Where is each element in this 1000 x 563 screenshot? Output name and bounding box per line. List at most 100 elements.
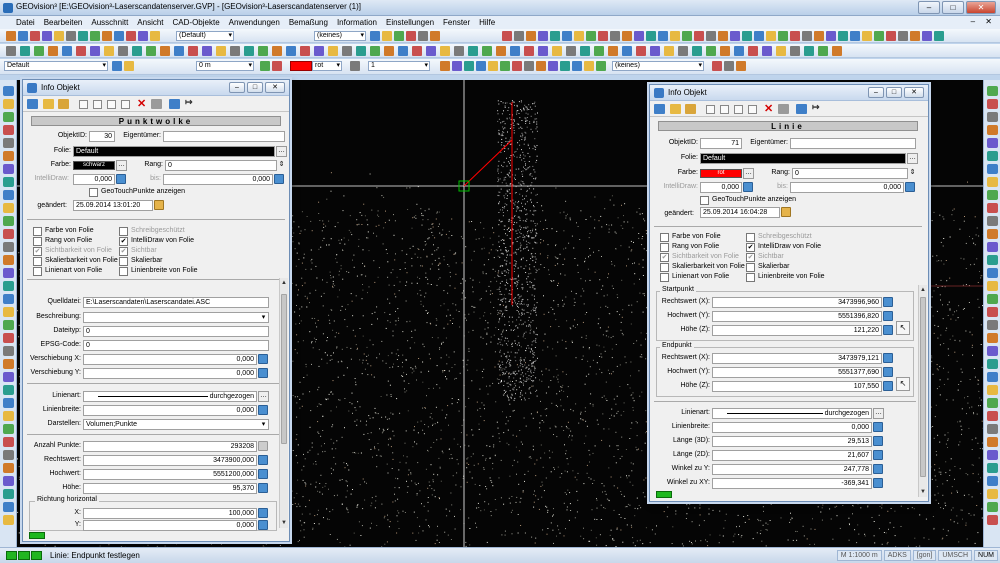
linienart-field[interactable]: durchgezogen: [712, 408, 872, 419]
darstellen-select[interactable]: Volumen;Punkte: [83, 419, 269, 430]
end-hoehe-calc-icon[interactable]: [883, 381, 893, 391]
toolbar-tool-icon[interactable]: [898, 31, 908, 41]
toolbar-tool-icon[interactable]: [314, 46, 324, 56]
toolbar-tool-icon[interactable]: [524, 61, 534, 71]
number-combo[interactable]: 1: [368, 61, 430, 71]
side-tool-icon[interactable]: [987, 138, 998, 148]
side-tool-icon[interactable]: [987, 307, 998, 317]
toolbar-tool-icon[interactable]: [802, 31, 812, 41]
toolbar-tool-icon[interactable]: [104, 46, 114, 56]
side-tool-icon[interactable]: [987, 151, 998, 161]
toolbar-tool-icon[interactable]: [586, 31, 596, 41]
richtung-x-field[interactable]: 100,000: [83, 508, 257, 519]
side-tool-icon[interactable]: [987, 359, 998, 369]
richtung-y-field[interactable]: 0,000: [83, 520, 257, 531]
toolbar-tool-icon[interactable]: [572, 61, 582, 71]
side-tool-icon[interactable]: [3, 281, 14, 291]
toolbar-tool-icon[interactable]: [496, 46, 506, 56]
darstellen-chevron-down-icon[interactable]: ▾: [259, 420, 268, 429]
toolbar-tool-icon[interactable]: [874, 31, 884, 41]
nav-last-icon[interactable]: [748, 105, 757, 114]
nav-prev-icon[interactable]: [720, 105, 729, 114]
verschy-calc-icon[interactable]: [258, 368, 268, 378]
status-gon[interactable]: [gon]: [912, 550, 937, 561]
side-tool-icon[interactable]: [987, 372, 998, 382]
toolbar-tool-icon[interactable]: [502, 31, 512, 41]
toolbar-tool-icon[interactable]: [762, 46, 772, 56]
toolbar-tool-icon[interactable]: [566, 46, 576, 56]
linienbreite-von-folie-checkbox[interactable]: [119, 267, 128, 276]
richtung-x-calc-icon[interactable]: [258, 508, 268, 518]
toolbar-tool-icon[interactable]: [230, 46, 240, 56]
hoehe-field[interactable]: 95,370: [83, 483, 257, 494]
toolbar-tool-icon[interactable]: [706, 31, 716, 41]
toolbar-tool-icon[interactable]: [76, 46, 86, 56]
arrow-icon[interactable]: ↦: [812, 102, 820, 113]
side-tool-icon[interactable]: [3, 177, 14, 187]
toolbar-tool-icon[interactable]: [754, 31, 764, 41]
side-tool-icon[interactable]: [3, 320, 14, 330]
sichtbar-checkbox[interactable]: ✔: [746, 253, 755, 262]
beschreibung-chevron-down-icon[interactable]: ▾: [259, 313, 268, 322]
toolbar-tool-icon[interactable]: [118, 46, 128, 56]
side-tool-icon[interactable]: [3, 333, 14, 343]
skalierbar-checkbox[interactable]: [746, 263, 755, 272]
intellidraw-field[interactable]: 0,000: [700, 182, 742, 193]
toolbar-tool-icon[interactable]: [694, 31, 704, 41]
side-tool-icon[interactable]: [987, 398, 998, 408]
side-tool-icon[interactable]: [987, 489, 998, 499]
toolbar-tool-icon[interactable]: [124, 61, 134, 71]
scroll-thumb[interactable]: [281, 294, 287, 444]
toolbar-tool-icon[interactable]: [482, 46, 492, 56]
toolbar-tool-icon[interactable]: [910, 31, 920, 41]
toolbar-tool-icon[interactable]: [720, 46, 730, 56]
side-tool-icon[interactable]: [3, 450, 14, 460]
toolbar-tool-icon[interactable]: [538, 46, 548, 56]
toolbar-tool-icon[interactable]: [634, 31, 644, 41]
rang-spinner[interactable]: ⇕: [908, 168, 917, 177]
color-swatch[interactable]: [290, 61, 312, 71]
panel-close-button[interactable]: ✕: [265, 82, 285, 93]
toolbar-tool-icon[interactable]: [370, 31, 380, 41]
toolbar-tool-icon[interactable]: [384, 46, 394, 56]
bis-field[interactable]: 0,000: [163, 174, 273, 185]
end-rechts-calc-icon[interactable]: [883, 353, 893, 363]
side-tool-icon[interactable]: [987, 203, 998, 213]
sichtbarkeit-von-folie-checkbox[interactable]: ✔: [660, 253, 669, 262]
toolbar-tool-icon[interactable]: [102, 31, 112, 41]
side-tool-icon[interactable]: [987, 99, 998, 109]
side-tool-icon[interactable]: [3, 294, 14, 304]
toolbar-tool-icon[interactable]: [258, 46, 268, 56]
nav-next-icon[interactable]: [734, 105, 743, 114]
properties-icon[interactable]: [151, 99, 162, 109]
side-tool-icon[interactable]: [987, 385, 998, 395]
toolbar-tool-icon[interactable]: [132, 46, 142, 56]
toolbar-tool-icon[interactable]: [146, 46, 156, 56]
toolbar-tool-icon[interactable]: [202, 46, 212, 56]
maximize-button[interactable]: □: [942, 1, 964, 14]
side-tool-icon[interactable]: [987, 476, 998, 486]
toolbar-tool-icon[interactable]: [838, 31, 848, 41]
schreibgeschuetzt-checkbox[interactable]: [746, 233, 755, 242]
side-tool-icon[interactable]: [987, 242, 998, 252]
farbe-von-folie-checkbox[interactable]: [660, 233, 669, 242]
toolbar-tool-icon[interactable]: [552, 46, 562, 56]
scroll-thumb[interactable]: [920, 297, 926, 477]
status-num[interactable]: NUM: [974, 550, 998, 561]
farbe-von-folie-checkbox[interactable]: [33, 227, 42, 236]
linienbreite-field[interactable]: 0,000: [83, 405, 257, 416]
toolbar-tool-icon[interactable]: [342, 46, 352, 56]
toolbar-tool-icon[interactable]: [886, 31, 896, 41]
side-tool-icon[interactable]: [987, 177, 998, 187]
color-combo[interactable]: rot: [312, 61, 342, 71]
status-scale[interactable]: M 1:1000 m: [836, 550, 882, 561]
intellidraw-calc-icon[interactable]: [116, 174, 126, 184]
toolbar-tool-icon[interactable]: [398, 46, 408, 56]
linienart-browse-button[interactable]: …: [258, 391, 269, 402]
farbe-swatch[interactable]: schwarz: [73, 161, 115, 170]
toolbar-tool-icon[interactable]: [356, 46, 366, 56]
eigentuemer-field[interactable]: [790, 138, 916, 149]
toolbar-tool-icon[interactable]: [78, 31, 88, 41]
toolbar-tool-icon[interactable]: [524, 46, 534, 56]
toolbar-tool-icon[interactable]: [160, 46, 170, 56]
